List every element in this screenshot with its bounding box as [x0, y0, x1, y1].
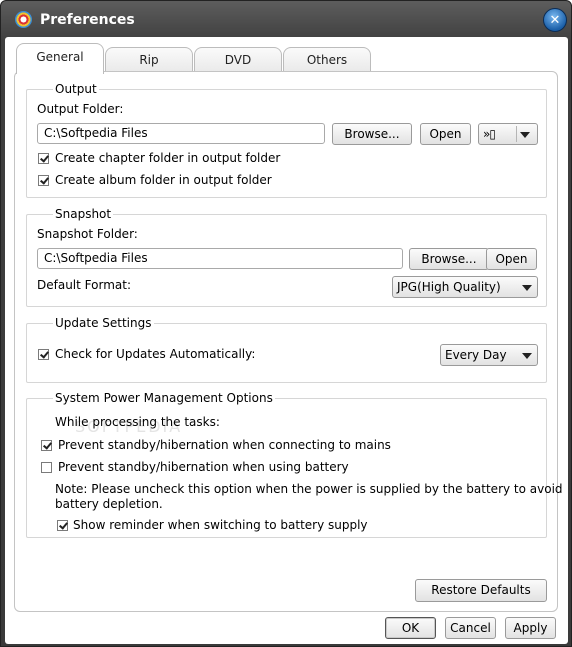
power-note-line2: battery depletion. [55, 497, 163, 511]
snapshot-folder-label: Snapshot Folder: [37, 227, 138, 241]
auto-update-label[interactable]: Check for Updates Automatically: [55, 347, 255, 361]
mains-standby-checkbox[interactable] [41, 440, 52, 451]
app-logo-icon [15, 11, 32, 28]
mains-standby-label[interactable]: Prevent standby/hibernation when connect… [58, 438, 391, 452]
battery-standby-checkbox[interactable] [41, 462, 52, 473]
ok-button[interactable]: OK [385, 617, 436, 639]
battery-standby-label[interactable]: Prevent standby/hibernation when using b… [58, 460, 349, 474]
update-settings-group: Update Settings Check for Updates Automa… [26, 316, 547, 383]
preferences-window: Preferences ✕ Rip DVD Others General SOF… [0, 0, 572, 647]
snapshot-folder-input[interactable]: C:\Softpedia Files [37, 248, 403, 269]
snapshot-group: Snapshot Snapshot Folder: C:\Softpedia F… [26, 207, 547, 307]
default-format-label: Default Format: [37, 278, 131, 292]
album-folder-label[interactable]: Create album folder in output folder [55, 173, 272, 187]
tab-rip[interactable]: Rip [105, 47, 193, 73]
power-note-line1: Note: Please uncheck this option when th… [55, 482, 563, 496]
dialog-client-area: Rip DVD Others General SOFTPEDIA Output … [5, 37, 568, 644]
default-format-value: JPG(High Quality) [397, 280, 501, 294]
output-open-button[interactable]: Open [420, 123, 471, 145]
while-processing-label: While processing the tasks: [55, 415, 220, 429]
update-settings-title: Update Settings [53, 316, 154, 330]
restore-defaults-button[interactable]: Restore Defaults [415, 579, 547, 602]
album-folder-checkbox[interactable] [38, 175, 49, 186]
chevron-down-icon [522, 285, 532, 291]
tab-dvd[interactable]: DVD [194, 47, 282, 73]
power-management-group: System Power Management Options While pr… [26, 391, 563, 538]
split-divider [516, 126, 517, 142]
output-group: Output Output Folder: C:\Softpedia Files… [26, 82, 547, 198]
apply-button[interactable]: Apply [505, 617, 556, 639]
close-button[interactable]: ✕ [543, 8, 567, 32]
snapshot-open-button[interactable]: Open [486, 248, 537, 270]
tab-others[interactable]: Others [283, 47, 371, 73]
battery-reminder-checkbox[interactable] [57, 520, 68, 531]
power-management-title: System Power Management Options [53, 391, 275, 405]
tab-general[interactable]: General [16, 43, 104, 74]
cancel-button[interactable]: Cancel [445, 617, 496, 639]
title-bar[interactable]: Preferences ✕ [1, 1, 571, 37]
snapshot-browse-button[interactable]: Browse... [409, 248, 489, 270]
output-browse-button[interactable]: Browse... [332, 123, 412, 145]
snapshot-group-title: Snapshot [53, 207, 114, 221]
default-format-select[interactable]: JPG(High Quality) [392, 276, 538, 298]
device-dropdown-button[interactable]: »▯ [478, 123, 538, 145]
chevron-down-icon [520, 132, 530, 138]
chapter-folder-checkbox[interactable] [38, 153, 49, 164]
window-title: Preferences [40, 12, 135, 28]
chevron-down-icon [522, 353, 532, 359]
output-group-title: Output [53, 82, 99, 96]
auto-update-checkbox[interactable] [38, 349, 49, 360]
output-folder-label: Output Folder: [37, 102, 124, 116]
general-tab-panel: SOFTPEDIA Output Output Folder: C:\Softp… [14, 71, 563, 612]
device-player-icon: »▯ [483, 127, 496, 141]
update-frequency-select[interactable]: Every Day [440, 344, 538, 366]
update-frequency-value: Every Day [445, 348, 507, 362]
chapter-folder-label[interactable]: Create chapter folder in output folder [55, 151, 280, 165]
output-folder-input[interactable]: C:\Softpedia Files [37, 123, 325, 144]
battery-reminder-label[interactable]: Show reminder when switching to battery … [73, 518, 368, 532]
